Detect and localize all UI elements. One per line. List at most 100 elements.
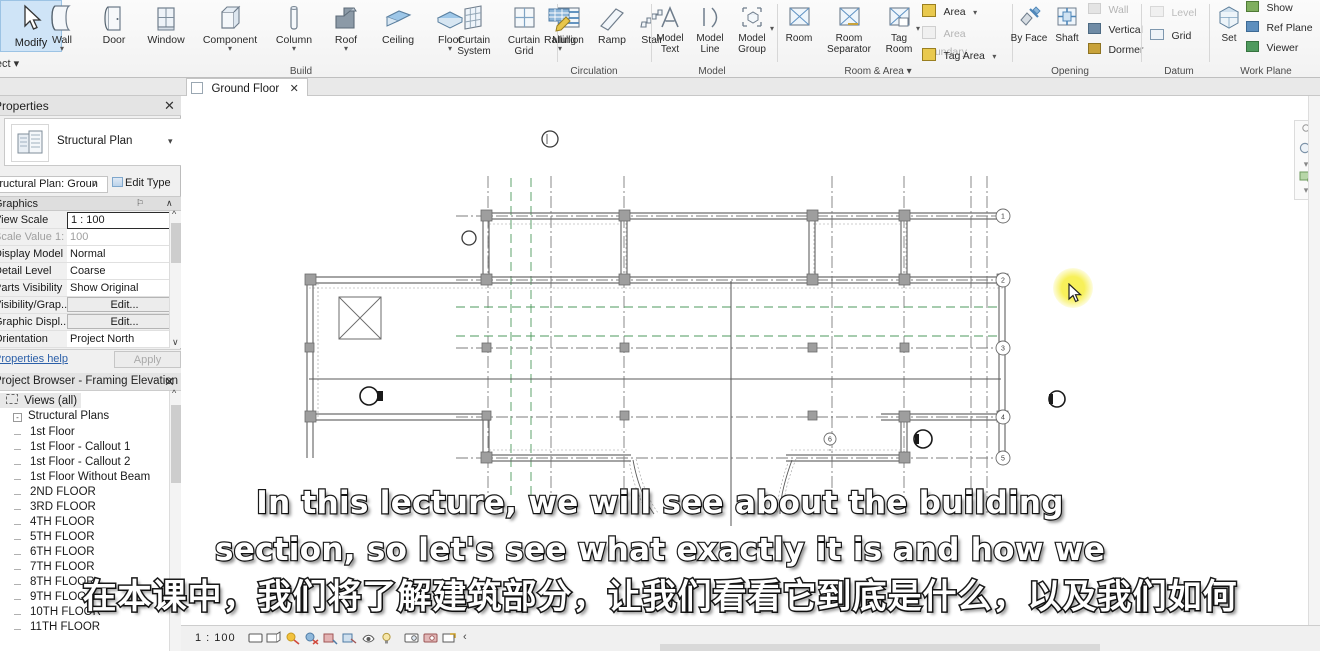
ribbon-button-room-separator[interactable]: Room Separator	[820, 2, 878, 55]
tree-item-1st-floor-without-beam[interactable]: 1st Floor Without Beam	[14, 471, 150, 486]
property-value[interactable]: 1 : 100	[67, 212, 181, 229]
shadows-off-icon[interactable]	[304, 631, 319, 645]
dropdown-caret-icon[interactable]: ▾	[973, 8, 977, 17]
properties-scrollbar[interactable]: ^ ∨	[169, 209, 181, 348]
properties-title: Properties	[0, 99, 49, 113]
tree-item-5th-floor[interactable]: 5TH FLOOR	[14, 531, 95, 546]
chevron-up-icon[interactable]: ∧	[166, 198, 173, 209]
canvas-vertical-scrollbar[interactable]	[1308, 96, 1320, 625]
dropdown-caret-icon[interactable]: ▾	[992, 52, 996, 61]
scroll-down-icon[interactable]: ∨	[172, 337, 179, 348]
tree-item-9th-floor[interactable]: 9TH FLOOR	[14, 591, 95, 606]
tree-item-7th-floor[interactable]: 7TH FLOOR	[14, 561, 95, 576]
project-browser-tree[interactable]: + Views (all) - Structural Plans 1st Flo…	[0, 391, 169, 651]
scroll-up-icon[interactable]: ^	[172, 388, 176, 398]
show-crop-region-icon[interactable]	[361, 631, 376, 645]
temporary-hide-isolate-icon[interactable]	[404, 631, 419, 645]
view-tab-ground-floor[interactable]: Ground Floor ✕	[186, 78, 308, 96]
reveal-hidden-elements-icon[interactable]	[423, 631, 438, 645]
close-icon[interactable]: ✕	[164, 98, 175, 114]
ribbon-button-model-group[interactable]: Model Group ▾	[730, 2, 774, 55]
scrollbar-thumb[interactable]	[171, 405, 181, 483]
ribbon-button-roof[interactable]: Roof ▾	[320, 2, 372, 53]
tree-item-10th-floor[interactable]: 10TH FLOOR	[14, 606, 101, 621]
tree-item-4th-floor[interactable]: 4TH FLOOR	[14, 516, 95, 531]
ribbon-button-tag-room[interactable]: Tag Room ▾	[878, 2, 920, 55]
ribbon-button-grid[interactable]: Grid	[1150, 26, 1191, 44]
dropdown-caret-icon[interactable]: ▾	[534, 45, 586, 53]
ribbon-label: Grid	[1171, 30, 1192, 42]
ribbon-button-by-face[interactable]: By Face	[1010, 2, 1048, 44]
ribbon-button-ceiling[interactable]: Ceiling	[372, 2, 424, 46]
view-control-more-arrow[interactable]: ‹	[463, 631, 467, 643]
sun-path-icon[interactable]	[285, 631, 300, 645]
chevron-down-icon[interactable]: ∨	[91, 178, 98, 189]
apply-button[interactable]: Apply	[114, 351, 181, 368]
lightbulb-analytical-icon[interactable]	[380, 631, 395, 645]
dropdown-caret-icon[interactable]: ▾	[192, 45, 268, 53]
panel-expand-caret-icon[interactable]: ▾	[907, 66, 912, 77]
ribbon-button-column[interactable]: Column ▾	[268, 2, 320, 53]
ribbon-button-door[interactable]: Door	[88, 2, 140, 46]
select-dropdown[interactable]: Select ▾	[0, 57, 19, 70]
edit-type-button[interactable]: Edit Type	[112, 177, 171, 189]
dropdown-caret-icon[interactable]: ▾	[320, 45, 372, 53]
temporary-view-properties-icon[interactable]	[442, 631, 457, 645]
properties-group-graphics[interactable]: Graphics ⚐ ∧	[0, 196, 181, 211]
ribbon-button-viewer[interactable]: Viewer	[1246, 38, 1298, 56]
ribbon-button-set-workplane[interactable]: Set	[1212, 2, 1246, 44]
property-value[interactable]: Project North	[67, 331, 181, 347]
scroll-up-icon[interactable]: ^	[172, 209, 176, 219]
tree-node-structural-plans[interactable]: - Structural Plans	[13, 410, 109, 425]
property-value[interactable]: Coarse	[67, 263, 181, 279]
expander-icon[interactable]: -	[13, 413, 22, 422]
ribbon-button-wall[interactable]: Wall ▾	[36, 2, 88, 53]
ribbon-button-room[interactable]: Room	[778, 2, 820, 44]
tree-item-3rd-floor[interactable]: 3RD FLOOR	[14, 501, 96, 516]
properties-help-link[interactable]: Properties help	[0, 353, 68, 365]
visual-style-icon[interactable]	[266, 631, 281, 645]
tree-item-1st-floor-callout-1[interactable]: 1st Floor - Callout 1	[14, 441, 130, 456]
tree-item-2nd-floor[interactable]: 2ND FLOOR	[14, 486, 96, 501]
tree-node-views-all[interactable]: + Views (all)	[0, 393, 82, 408]
dropdown-caret-icon[interactable]: ▾	[268, 45, 320, 53]
ribbon-button-show-workplane[interactable]: Show	[1246, 0, 1293, 16]
ribbon-button-tag-area[interactable]: Tag Area ▾	[922, 46, 996, 64]
dropdown-caret-icon[interactable]: ▾	[916, 24, 920, 33]
tree-item-11th-floor[interactable]: 11TH FLOOR	[14, 621, 100, 636]
view-scale-label[interactable]: 1 : 100	[195, 632, 236, 644]
project-browser-scrollbar[interactable]: ^ ∨	[169, 388, 181, 651]
scrollbar-thumb[interactable]	[171, 223, 181, 263]
ribbon-button-window[interactable]: Window	[140, 2, 192, 46]
ribbon-button-model-text[interactable]: Model Text	[650, 2, 690, 55]
drawing-canvas[interactable]: .gl { stroke:#7d7d7d; stroke-width:0.9; …	[181, 96, 1320, 625]
visibility-graphics-edit-button[interactable]: Edit...	[67, 297, 179, 312]
tree-item-1st-floor[interactable]: 1st Floor	[14, 426, 75, 441]
chevron-down-icon[interactable]: ▾	[168, 136, 173, 147]
canvas-horizontal-scrollbar[interactable]	[660, 644, 1100, 651]
family-type-selector[interactable]: Structural Plan ▾	[4, 118, 182, 166]
rendering-dialog-icon[interactable]	[323, 631, 338, 645]
dropdown-caret-icon[interactable]: ▾	[770, 24, 774, 33]
property-value[interactable]: Show Original	[67, 280, 181, 296]
tree-item-1st-floor-callout-2[interactable]: 1st Floor - Callout 2	[14, 456, 130, 471]
detail-level-icon[interactable]	[248, 631, 263, 645]
crop-view-icon[interactable]	[342, 631, 357, 645]
ribbon-button-dormer-opening[interactable]: Dormer	[1088, 40, 1143, 58]
ribbon-button-ref-plane[interactable]: Ref Plane	[1246, 18, 1313, 36]
ribbon-button-area[interactable]: Area ▾	[922, 2, 977, 20]
select-caret: ▾	[13, 58, 20, 70]
ribbon-button-curtain-system[interactable]: Curtain System	[448, 2, 500, 57]
ribbon-button-model-line[interactable]: Model Line	[690, 2, 730, 55]
ribbon-button-railing[interactable]: Railing ▾	[534, 2, 586, 53]
pin-icon[interactable]: ⚐	[136, 198, 144, 209]
property-value[interactable]: Normal	[67, 246, 181, 262]
ribbon-button-vertical-opening[interactable]: Vertical	[1088, 20, 1143, 38]
dropdown-caret-icon[interactable]: ▾	[36, 45, 88, 53]
ribbon-button-component[interactable]: Component ▾	[192, 2, 268, 53]
close-icon[interactable]: ✕	[290, 83, 299, 95]
tree-item-6th-floor[interactable]: 6TH FLOOR	[14, 546, 95, 561]
graphic-display-edit-button[interactable]: Edit...	[67, 314, 179, 329]
tree-item-8th-floor[interactable]: 8TH FLOOR	[14, 576, 95, 591]
ribbon-button-shaft[interactable]: Shaft	[1048, 2, 1086, 44]
